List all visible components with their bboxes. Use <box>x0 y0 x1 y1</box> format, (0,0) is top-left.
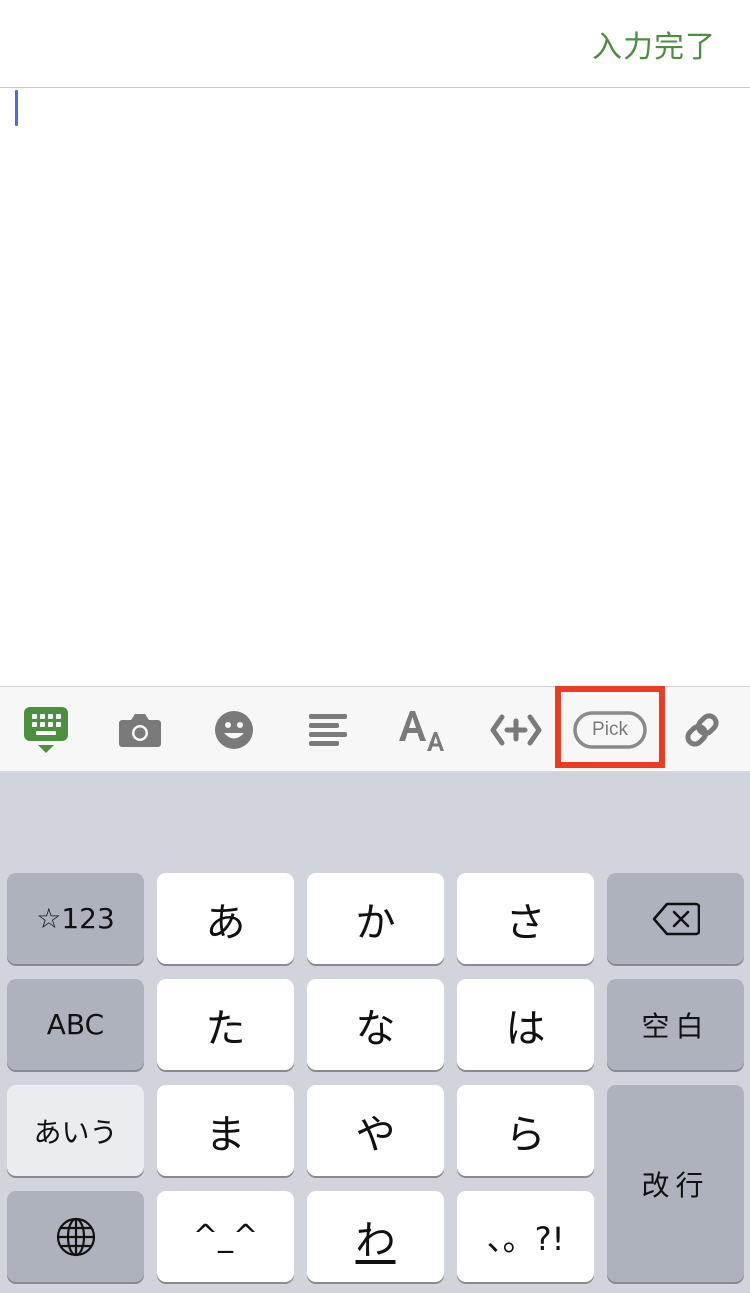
key-punctuation[interactable]: 、。?! <box>457 1191 594 1282</box>
text-editor[interactable] <box>0 88 750 686</box>
insert-embed-button[interactable] <box>476 687 556 773</box>
done-button[interactable]: 入力完了 <box>592 22 716 66</box>
key-enter[interactable]: 改行 <box>607 1085 744 1282</box>
key-wa[interactable]: わ <box>307 1191 444 1282</box>
align-icon <box>309 714 347 746</box>
key-abc[interactable]: ABC <box>7 979 144 1070</box>
key-ka[interactable]: か <box>307 873 444 964</box>
key-ta[interactable]: た <box>157 979 294 1070</box>
align-button[interactable] <box>288 687 368 773</box>
key-aiu[interactable]: あいう <box>7 1085 144 1176</box>
key-ya[interactable]: や <box>307 1085 444 1176</box>
key-delete[interactable] <box>607 873 744 964</box>
key-sa[interactable]: さ <box>457 873 594 964</box>
header-bar: 入力完了 <box>0 0 750 88</box>
globe-icon <box>56 1217 95 1256</box>
key-emoticon[interactable]: ^_^ <box>157 1191 294 1282</box>
insert-embed-icon <box>490 714 542 746</box>
emoji-icon <box>215 711 253 749</box>
font-size-button[interactable] <box>382 687 462 773</box>
backspace-icon <box>652 902 700 935</box>
key-globe[interactable] <box>7 1191 144 1282</box>
keyboard-icon <box>24 707 68 753</box>
key-na[interactable]: な <box>307 979 444 1070</box>
japanese-keyboard: ☆123 ABC あいう あ か さ た な は ま や ら ^_^ わ 、。?… <box>0 772 750 1293</box>
camera-icon <box>119 714 161 747</box>
key-space[interactable]: 空白 <box>607 979 744 1070</box>
link-icon <box>685 713 719 747</box>
key-ma[interactable]: ま <box>157 1085 294 1176</box>
link-button[interactable] <box>662 687 742 773</box>
key-a[interactable]: あ <box>157 873 294 964</box>
key-numbers[interactable]: ☆123 <box>7 873 144 964</box>
key-ra[interactable]: ら <box>457 1085 594 1176</box>
emoji-button[interactable] <box>194 687 274 773</box>
font-size-icon <box>399 711 444 751</box>
key-ha[interactable]: は <box>457 979 594 1070</box>
pick-highlight-frame <box>555 686 665 768</box>
keyboard-toggle-button[interactable] <box>6 687 86 773</box>
text-caret <box>15 90 18 126</box>
camera-button[interactable] <box>100 687 180 773</box>
